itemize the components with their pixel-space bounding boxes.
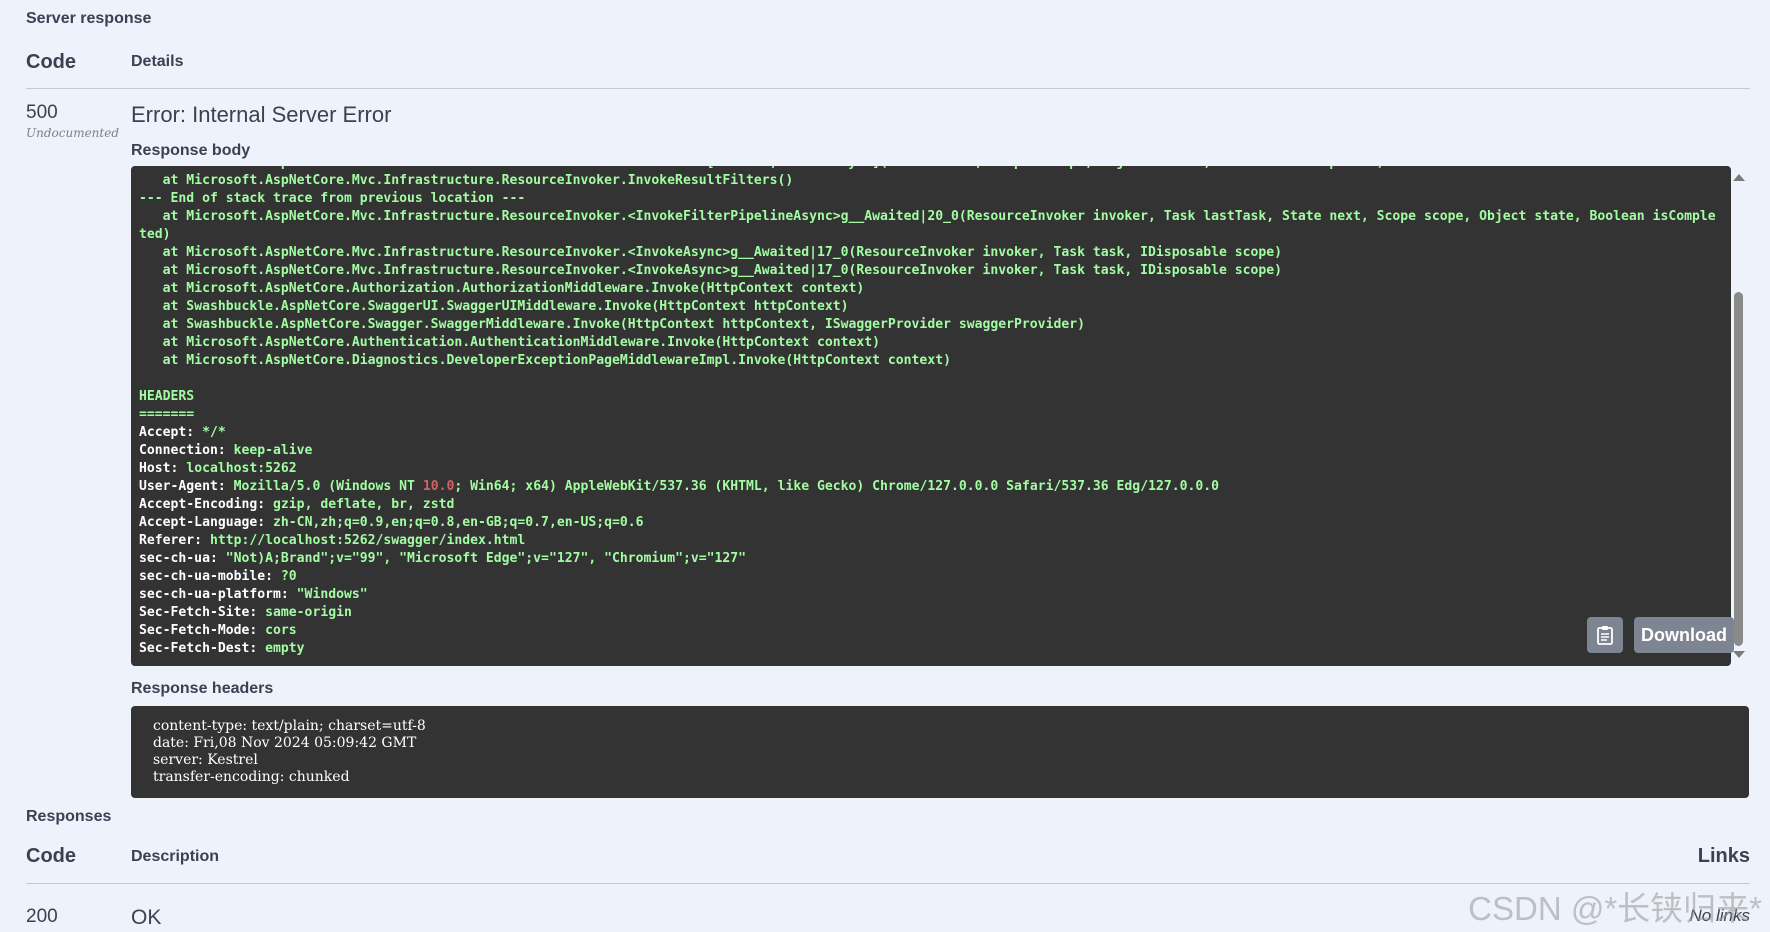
scroll-down-arrow-icon[interactable] — [1733, 651, 1745, 658]
header-value: Mozilla/5.0 (Windows NT 10.0; Win64; x64… — [233, 479, 1220, 494]
body-line: ======= — [139, 407, 195, 422]
status-code: 500 — [26, 102, 58, 123]
description-column-header: Description — [131, 848, 220, 865]
header-key: Accept-Language: — [139, 515, 266, 530]
header-value: ?0 — [280, 569, 297, 584]
undocumented-label: Undocumented — [26, 126, 120, 140]
response-code: 200 — [26, 906, 58, 927]
body-line: at Microsoft.AspNetCore.Mvc.Infrastructu… — [139, 173, 794, 188]
body-line: at Microsoft.AspNetCore.Diagnostics.Deve… — [139, 353, 951, 368]
download-button[interactable]: Download — [1634, 617, 1734, 653]
server-response-title: Server response — [26, 10, 152, 27]
body-line: at Microsoft.AspNetCore.Authorization.Au… — [139, 281, 865, 296]
body-line: HEADERS — [139, 389, 195, 404]
header-key: sec-ch-ua-mobile: — [139, 569, 274, 584]
response-headers-text: content-type: text/plain; charset=utf-8 … — [153, 718, 426, 786]
header-value: gzip, deflate, br, zstd — [273, 497, 455, 512]
body-line: at Swashbuckle.AspNetCore.SwaggerUI.Swag… — [139, 299, 849, 314]
body-line: --- End of stack trace from previous loc… — [139, 191, 526, 206]
header-key: User-Agent: — [139, 479, 226, 494]
details-column-header: Details — [131, 53, 184, 70]
body-line: at Swashbuckle.AspNetCore.Swagger.Swagge… — [139, 317, 1085, 332]
header-key: Referer: — [139, 533, 203, 548]
response-header-line: server: Kestrel — [153, 752, 258, 768]
header-key: sec-ch-ua-platform: — [139, 587, 289, 602]
header-key: Accept: — [139, 425, 195, 440]
links-column-header: Links — [1697, 845, 1750, 867]
header-value: "Not)A;Brand";v="99", "Microsoft Edge";v… — [225, 551, 747, 566]
header-value: */* — [202, 425, 226, 440]
scroll-up-arrow-icon[interactable] — [1733, 174, 1745, 181]
response-body-scrollbar[interactable] — [1731, 166, 1745, 666]
response-header-line: date: Fri,08 Nov 2024 05:09:42 GMT — [153, 735, 417, 751]
header-value: same-origin — [265, 605, 352, 620]
copy-to-clipboard-button[interactable] — [1587, 617, 1623, 653]
header-value: "Windows" — [296, 587, 368, 602]
header-value: keep-alive — [233, 443, 313, 458]
body-line: at Microsoft.AspNetCore.Mvc.Infrastructu… — [139, 166, 1385, 170]
header-key: Accept-Encoding: — [139, 497, 266, 512]
watermark: CSDN @*长铗归来* — [1468, 890, 1762, 927]
responses-code-column-header: Code — [26, 845, 76, 867]
header-value: zh-CN,zh;q=0.9,en;q=0.8,en-GB;q=0.7,en-U… — [273, 515, 644, 530]
header-key: Sec-Fetch-Site: — [139, 605, 258, 620]
clipboard-icon — [1597, 626, 1613, 645]
header-key: Connection: — [139, 443, 226, 458]
response-headers-label: Response headers — [131, 680, 274, 697]
header-divider — [26, 88, 1750, 89]
header-key: Host: — [139, 461, 179, 476]
header-key: Sec-Fetch-Dest: — [139, 641, 258, 656]
body-line: at Microsoft.AspNetCore.Authentication.A… — [139, 335, 881, 350]
body-line: at Microsoft.AspNetCore.Mvc.Infrastructu… — [139, 209, 1716, 242]
code-column-header: Code — [26, 51, 76, 73]
scroll-thumb[interactable] — [1734, 292, 1743, 646]
response-body-text[interactable]: at Microsoft.AspNetCore.Mvc.Infrastructu… — [139, 166, 1721, 658]
body-line: at Microsoft.AspNetCore.Mvc.Infrastructu… — [139, 245, 1283, 260]
response-body-label: Response body — [131, 142, 251, 159]
response-header-line: transfer-encoding: chunked — [153, 769, 350, 785]
response-description: OK — [131, 906, 162, 929]
body-line: at Microsoft.AspNetCore.Mvc.Infrastructu… — [139, 263, 1283, 278]
header-value: cors — [265, 623, 297, 638]
responses-title: Responses — [26, 808, 112, 825]
response-headers-box: content-type: text/plain; charset=utf-8 … — [131, 706, 1749, 798]
header-value: empty — [265, 641, 305, 656]
error-title: Error: Internal Server Error — [131, 102, 392, 127]
header-key: sec-ch-ua: — [139, 551, 218, 566]
header-key: Sec-Fetch-Mode: — [139, 623, 258, 638]
response-header-line: content-type: text/plain; charset=utf-8 — [153, 718, 426, 734]
response-body[interactable]: at Microsoft.AspNetCore.Mvc.Infrastructu… — [131, 166, 1731, 666]
header-value: localhost:5262 — [186, 461, 297, 476]
header-value: http://localhost:5262/swagger/index.html — [209, 533, 526, 548]
